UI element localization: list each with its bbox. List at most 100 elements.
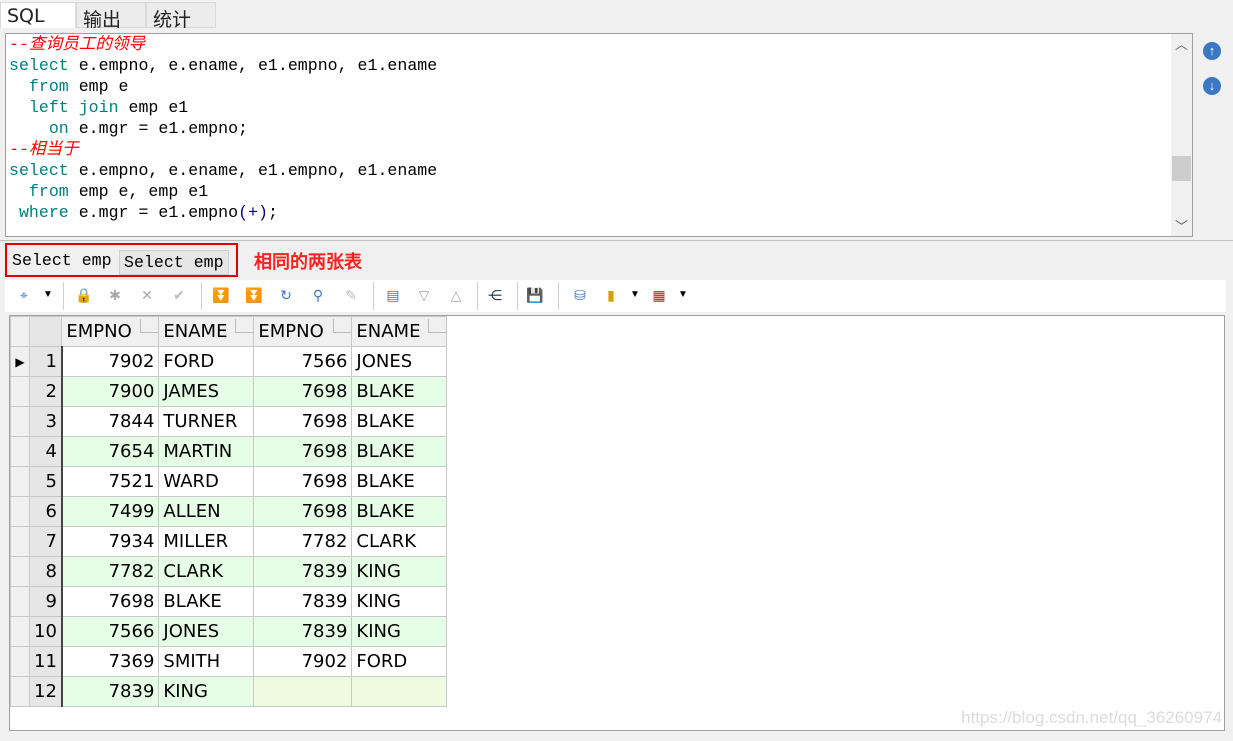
table-cell[interactable]: BLAKE: [158, 586, 255, 617]
table-row[interactable]: 7 7934 MILLER 7782 CLARK: [10, 526, 448, 557]
table-cell[interactable]: 7934: [61, 526, 160, 557]
single-record-view-icon[interactable]: ▤: [384, 286, 402, 304]
table-row[interactable]: 9 7698 BLAKE 7839 KING: [10, 586, 448, 617]
fetch-all-icon[interactable]: ⏬: [245, 286, 263, 304]
arrow-down-circle-icon[interactable]: ↓: [1203, 77, 1221, 95]
table-row[interactable]: 8 7782 CLARK 7839 KING: [10, 556, 448, 587]
table-cell[interactable]: BLAKE: [351, 376, 448, 407]
tab-output[interactable]: 输出: [76, 2, 146, 31]
next-record-icon[interactable]: ▽: [415, 286, 433, 304]
table-cell[interactable]: JAMES: [158, 376, 255, 407]
column-header[interactable]: ENAME: [158, 316, 255, 347]
table-cell[interactable]: JONES: [351, 346, 448, 377]
table-cell[interactable]: 7902: [61, 346, 160, 377]
insert-record-icon[interactable]: ✱: [106, 286, 124, 304]
table-cell[interactable]: [351, 676, 448, 707]
table-cell[interactable]: 7844: [61, 406, 160, 437]
table-cell[interactable]: 7521: [61, 466, 160, 497]
table-cell[interactable]: KING: [351, 616, 448, 647]
chart-icon[interactable]: ▮: [602, 286, 620, 304]
clear-icon[interactable]: ✎: [342, 286, 360, 304]
table-cell[interactable]: 7369: [61, 646, 160, 677]
table-cell[interactable]: 7698: [253, 436, 353, 467]
table-cell[interactable]: 7566: [61, 616, 160, 647]
dropdown-icon[interactable]: ▼: [626, 286, 644, 304]
table-cell[interactable]: BLAKE: [351, 406, 448, 437]
tab-sql[interactable]: SQL: [0, 2, 76, 28]
table-cell[interactable]: 7698: [253, 406, 353, 437]
table-cell[interactable]: MARTIN: [158, 436, 255, 467]
table-cell[interactable]: BLAKE: [351, 466, 448, 497]
column-header[interactable]: EMPNO: [253, 316, 353, 347]
sql-editor[interactable]: --查询员工的领导 select e.empno, e.ename, e1.emp…: [5, 33, 1193, 237]
save-icon[interactable]: 💾: [526, 286, 544, 304]
result-tab-1[interactable]: Select emp: [8, 249, 116, 272]
table-cell[interactable]: CLARK: [158, 556, 255, 587]
table-cell[interactable]: 7698: [253, 466, 353, 497]
table-icon[interactable]: ▦: [650, 286, 668, 304]
post-icon[interactable]: ✔: [170, 286, 188, 304]
arrow-up-circle-icon[interactable]: ↑: [1203, 42, 1221, 60]
table-cell[interactable]: 7566: [253, 346, 353, 377]
table-cell[interactable]: 7782: [61, 556, 160, 587]
table-cell[interactable]: 7839: [253, 586, 353, 617]
table-cell[interactable]: 7698: [61, 586, 160, 617]
table-cell[interactable]: ALLEN: [158, 496, 255, 527]
table-cell[interactable]: JONES: [158, 616, 255, 647]
table-cell[interactable]: KING: [351, 556, 448, 587]
column-header[interactable]: EMPNO: [61, 316, 160, 347]
table-row[interactable]: 2 7900 JAMES 7698 BLAKE: [10, 376, 448, 407]
export-icon[interactable]: ⛁: [571, 286, 589, 304]
dropdown-icon[interactable]: ▼: [39, 286, 57, 304]
table-cell[interactable]: 7900: [61, 376, 160, 407]
table-cell[interactable]: 7654: [61, 436, 160, 467]
table-cell[interactable]: FORD: [158, 346, 255, 377]
table-row[interactable]: 12 7839 KING: [10, 676, 448, 707]
column-header[interactable]: ENAME: [351, 316, 448, 347]
scroll-down-icon[interactable]: ﹀: [1171, 216, 1192, 236]
table-row[interactable]: 5 7521 WARD 7698 BLAKE: [10, 466, 448, 497]
table-cell[interactable]: KING: [351, 586, 448, 617]
table-cell[interactable]: 7839: [253, 616, 353, 647]
table-cell[interactable]: 7698: [253, 496, 353, 527]
table-cell[interactable]: MILLER: [158, 526, 255, 557]
table-cell[interactable]: 7839: [61, 676, 160, 707]
table-row[interactable]: 6 7499 ALLEN 7698 BLAKE: [10, 496, 448, 527]
table-cell[interactable]: 7698: [253, 376, 353, 407]
fetch-next-icon[interactable]: ⏬: [212, 286, 230, 304]
result-grid[interactable]: EMPNO ENAME EMPNO ENAME ▶ 1 7902 FORD 7566 JO…: [9, 315, 1225, 731]
refresh-icon[interactable]: ↻: [277, 286, 295, 304]
tab-statistics[interactable]: 统计表: [146, 2, 216, 58]
result-tab-2[interactable]: Select emp: [119, 250, 229, 275]
table-cell[interactable]: TURNER: [158, 406, 255, 437]
scroll-thumb[interactable]: [1172, 156, 1191, 181]
sql-code[interactable]: --查询员工的领导 select e.empno, e.ename, e1.emp…: [9, 34, 437, 223]
table-row[interactable]: 4 7654 MARTIN 7698 BLAKE: [10, 436, 448, 467]
editor-scrollbar[interactable]: ︿ ﹀: [1171, 34, 1192, 236]
delete-record-icon[interactable]: ✕: [138, 286, 156, 304]
table-row[interactable]: 3 7844 TURNER 7698 BLAKE: [10, 406, 448, 437]
lock-icon[interactable]: 🔒: [75, 286, 93, 304]
code-token: ;: [267, 203, 278, 222]
scroll-up-icon[interactable]: ︿: [1171, 34, 1192, 54]
table-cell[interactable]: [253, 676, 353, 707]
find-icon[interactable]: ⚲: [309, 286, 327, 304]
table-cell[interactable]: WARD: [158, 466, 255, 497]
table-cell[interactable]: CLARK: [351, 526, 448, 557]
table-cell[interactable]: SMITH: [158, 646, 255, 677]
previous-record-icon[interactable]: △: [447, 286, 465, 304]
table-cell[interactable]: 7902: [253, 646, 353, 677]
table-cell[interactable]: BLAKE: [351, 496, 448, 527]
table-row[interactable]: ▶ 1 7902 FORD 7566 JONES: [10, 346, 448, 377]
table-cell[interactable]: 7499: [61, 496, 160, 527]
table-cell[interactable]: 7782: [253, 526, 353, 557]
table-cell[interactable]: FORD: [351, 646, 448, 677]
table-cell[interactable]: KING: [158, 676, 255, 707]
select-icon[interactable]: ⌖: [15, 286, 33, 304]
table-cell[interactable]: BLAKE: [351, 436, 448, 467]
table-cell[interactable]: 7839: [253, 556, 353, 587]
dropdown-icon[interactable]: ▼: [674, 286, 692, 304]
table-row[interactable]: 10 7566 JONES 7839 KING: [10, 616, 448, 647]
query-by-example-icon[interactable]: ⋲: [486, 286, 504, 304]
table-row[interactable]: 11 7369 SMITH 7902 FORD: [10, 646, 448, 677]
